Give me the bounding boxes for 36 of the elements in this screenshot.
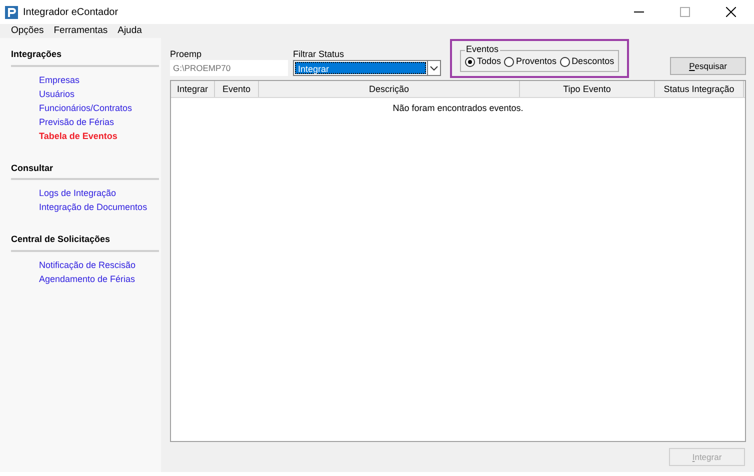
radio-button[interactable] [560, 57, 570, 67]
radio-button[interactable] [465, 57, 475, 67]
menu-item[interactable]: Ajuda [112, 24, 147, 38]
radio-button[interactable] [504, 57, 514, 67]
radio-label: Descontos [572, 55, 614, 68]
section-heading: Consultar [11, 162, 54, 174]
search-button[interactable]: Pesquisar [670, 57, 746, 75]
sidebar-link[interactable]: Previsão de Férias [11, 114, 161, 128]
group-label: Eventos [465, 44, 500, 55]
sidebar-link[interactable]: Integração de Documentos [11, 200, 161, 214]
chevron-down-icon [430, 66, 438, 70]
column-header[interactable]: Evento [215, 81, 259, 97]
column-header[interactable]: Integrar [171, 81, 215, 97]
radio-label: Proventos [516, 55, 557, 68]
sidebar-link[interactable]: Notificação de Rescisão [11, 258, 161, 272]
menu-item[interactable]: Ferramentas [48, 24, 113, 38]
sidebar-link[interactable]: Empresas [11, 72, 161, 86]
field-label: Filtrar Status [293, 49, 346, 60]
section-heading: Central de Solicitações [11, 233, 112, 246]
column-header[interactable]: Status Integração [655, 81, 744, 97]
sidebar-link[interactable]: Funcionários/Contratos [11, 100, 161, 114]
radio-label: Todos [477, 55, 502, 68]
section-heading: Integrações [11, 48, 63, 61]
sidebar-link[interactable]: Agendamento de Férias [11, 272, 161, 286]
field-label: Proemp [170, 49, 203, 60]
close-icon[interactable] [726, 7, 736, 17]
sidebar-link[interactable]: Logs de Integração [11, 186, 161, 200]
menu-item[interactable]: Opções [6, 24, 49, 38]
column-header[interactable]: Tipo Evento [520, 81, 655, 97]
sidebar-link[interactable]: Usuários [11, 86, 161, 100]
status-dropdown[interactable]: Integrar [293, 60, 441, 76]
app-logo-icon [5, 6, 18, 18]
empty-message: Não foram encontrados eventos. [392, 102, 524, 115]
window-title: Integrador eContador [23, 6, 118, 20]
sidebar-link[interactable]: Tabela de Eventos [11, 128, 161, 142]
column-header[interactable]: Descrição [259, 81, 520, 97]
